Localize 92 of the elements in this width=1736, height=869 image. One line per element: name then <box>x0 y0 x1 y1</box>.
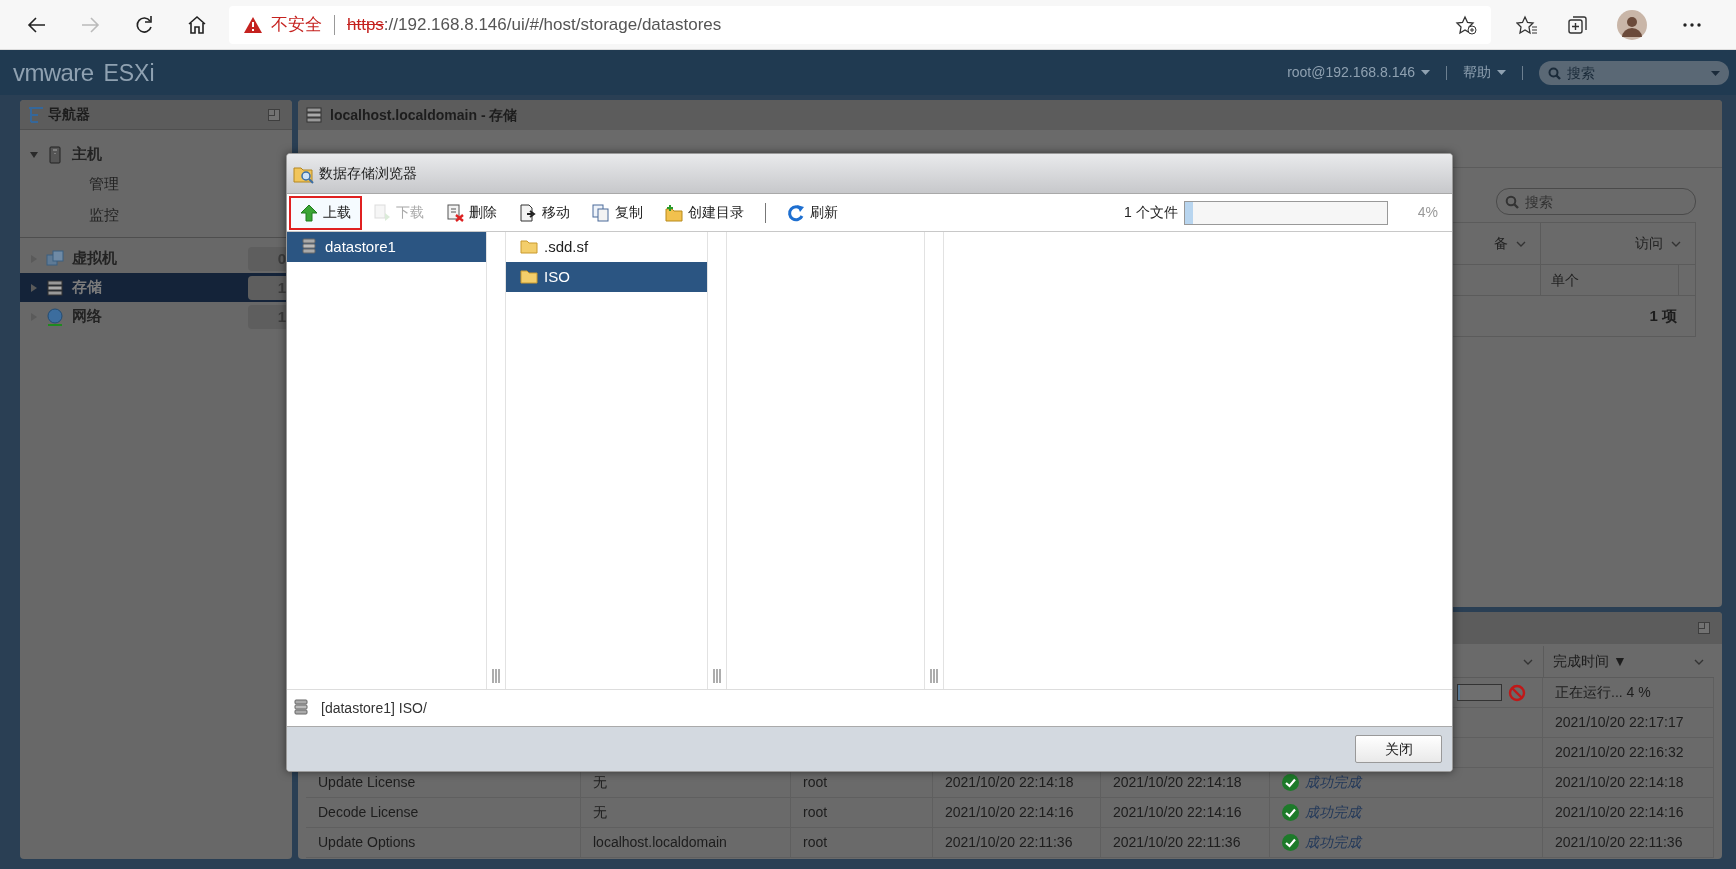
close-button[interactable]: 关闭 <box>1355 735 1442 763</box>
resize-grip-icon[interactable] <box>492 669 500 683</box>
collections-icon[interactable] <box>1567 13 1589 36</box>
table-cell: 正在运行... 4 % <box>1543 678 1714 707</box>
panel-title: 导航器 <box>48 105 90 124</box>
toolbar-button[interactable]: 刷新 <box>776 195 849 230</box>
address-bar[interactable]: 不安全 https://192.168.8.146/ui/#/host/storage/datastores <box>229 5 1491 44</box>
tree-icon <box>26 105 44 124</box>
resize-grip-icon[interactable] <box>930 669 938 683</box>
table-cell: 2021/10/20 22:16:32 <box>1543 738 1714 767</box>
table-cell: Update Options <box>306 828 581 857</box>
document-arrow-icon <box>519 203 537 222</box>
column-header[interactable]: 访问 <box>1540 223 1695 264</box>
folder-plus-icon <box>665 203 683 222</box>
status-text: 成功完成 <box>1305 833 1361 852</box>
globe-icon <box>46 307 64 326</box>
search-field[interactable]: 搜索 <box>1539 60 1729 85</box>
user-menu[interactable]: root@192.168.8.146 <box>1287 62 1430 83</box>
item-count: 1 项 <box>1649 305 1677 326</box>
url-text: ://192.168.8.146/ui/#/host/storage/datastores <box>383 13 722 36</box>
toolbar-button[interactable]: 移动 <box>508 195 581 230</box>
caret-icon[interactable] <box>1711 70 1720 76</box>
search-icon <box>1505 195 1519 209</box>
avatar-icon[interactable] <box>1617 9 1647 40</box>
panel-title: localhost.localdomain - 存储 <box>330 105 518 125</box>
check-circle-icon <box>1282 804 1299 821</box>
back-icon[interactable] <box>27 14 47 35</box>
warning-icon <box>243 15 263 34</box>
reload-icon[interactable] <box>134 14 154 35</box>
resize-grip-icon[interactable] <box>713 669 721 683</box>
virtual-machines-icon <box>46 249 64 268</box>
status-text: 成功完成 <box>1305 803 1361 822</box>
datastore-icon <box>46 278 64 297</box>
favorites-icon[interactable] <box>1516 14 1538 35</box>
folder-icon <box>520 238 538 256</box>
table-cell: 单个 <box>1540 265 1679 295</box>
home-icon[interactable] <box>187 14 207 35</box>
table-cell: 2021/10/20 22:17:17 <box>1543 708 1714 737</box>
table-cell: 2021/10/20 22:14:16 <box>933 798 1101 827</box>
chevron-down-icon <box>1671 240 1681 247</box>
table-cell: Decode License <box>306 798 581 827</box>
check-circle-icon <box>1282 774 1299 791</box>
path-text: [datastore1] ISO/ <box>321 698 427 718</box>
chevron-down-icon <box>1516 240 1526 247</box>
url-scheme: https <box>347 13 384 36</box>
file-list-item[interactable]: .sdd.sf <box>506 232 707 262</box>
status-text: 成功完成 <box>1305 773 1361 792</box>
datastore-icon <box>301 238 319 256</box>
table-cell: 2021/10/20 22:11:36 <box>933 828 1101 857</box>
table-cell: localhost.localdomain <box>581 828 791 857</box>
file-list-item[interactable]: datastore1 <box>287 232 486 262</box>
search-icon <box>1548 66 1561 80</box>
logo-brand: vmware <box>13 57 94 88</box>
toolbar-button[interactable]: 创建目录 <box>654 195 755 230</box>
more-icon[interactable] <box>1682 21 1702 28</box>
collapsed-caret-icon <box>30 283 38 292</box>
table-cell: 2021/10/20 22:14:16 <box>1101 798 1270 827</box>
download-document-icon <box>373 203 391 222</box>
table-cell: root <box>791 798 933 827</box>
file-list-item[interactable]: ISO <box>506 262 707 292</box>
column-header[interactable]: 备 <box>1097 223 1540 264</box>
delete-document-icon <box>446 203 464 222</box>
server-icon <box>46 145 64 164</box>
toolbar-button[interactable]: 复制 <box>581 195 654 230</box>
caret-icon <box>1497 70 1506 75</box>
toolbar-button[interactable]: 删除 <box>435 195 508 230</box>
datastore-icon <box>293 699 311 717</box>
refresh-icon <box>787 203 805 222</box>
dialog-title: 数据存储浏览器 <box>319 164 417 183</box>
security-warning[interactable]: 不安全 <box>271 11 322 38</box>
copy-documents-icon <box>592 203 610 222</box>
help-menu[interactable]: 帮助 <box>1463 62 1506 83</box>
table-cell: 2021/10/20 22:11:36 <box>1101 828 1270 857</box>
caret-icon <box>1421 70 1430 75</box>
upload-arrow-icon <box>300 203 318 222</box>
expanded-caret-icon <box>30 150 38 159</box>
table-cell: root <box>791 828 933 857</box>
table-cell: 2021/10/20 22:11:36 <box>1543 828 1714 857</box>
add-favorite-icon[interactable] <box>1455 14 1477 35</box>
check-circle-icon <box>1282 834 1299 851</box>
table-cell: 2021/10/20 22:14:18 <box>1543 768 1714 797</box>
column-header[interactable]: 完成时间 ▼ <box>1543 646 1714 677</box>
datastore-icon <box>306 107 322 123</box>
logo-product: ESXi <box>103 58 155 88</box>
table-cell: 无 <box>581 798 791 827</box>
toolbar-button[interactable]: 上载 <box>289 195 362 230</box>
table-cell: 2021/10/20 22:14:16 <box>1543 798 1714 827</box>
file-count: 1 个文件 <box>1124 203 1178 222</box>
progress-percent: 4% <box>1417 203 1438 222</box>
chevron-down-icon <box>1694 658 1704 665</box>
chevron-down-icon <box>1523 658 1533 665</box>
folder-icon <box>520 268 538 286</box>
